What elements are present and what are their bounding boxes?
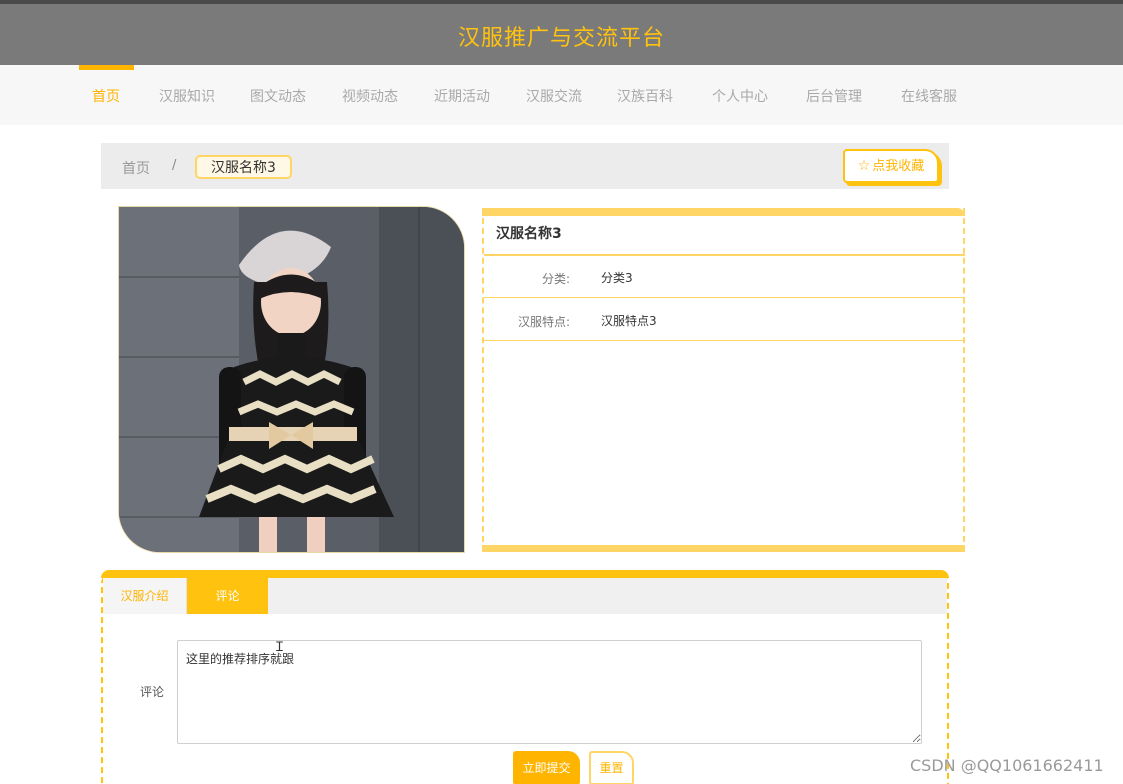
submit-button[interactable]: 立即提交	[513, 751, 580, 784]
main-nav: 首页 汉服知识 图文动态 视频动态 近期活动 汉服交流 汉族百科 个人中心 后台…	[0, 65, 1123, 125]
star-outline-icon: ☆	[857, 158, 871, 174]
comment-textarea[interactable]: 这里的推荐排序就跟	[177, 640, 922, 744]
nav-item-recent-events[interactable]: 近期活动	[434, 65, 490, 125]
nav-item-han-encyclopedia[interactable]: 汉族百科	[617, 65, 673, 125]
info-row-category: 分类: 分类3	[484, 256, 965, 298]
tabs-panel-top-border	[101, 570, 949, 578]
nav-item-admin[interactable]: 后台管理	[806, 65, 862, 125]
watermark: CSDN @QQ1061662411	[910, 756, 1104, 775]
nav-item-hanfu-knowledge[interactable]: 汉服知识	[159, 65, 215, 125]
nav-item-video-news[interactable]: 视频动态	[342, 65, 398, 125]
nav-item-personal-center[interactable]: 个人中心	[712, 65, 768, 125]
nav-item-online-service[interactable]: 在线客服	[901, 65, 957, 125]
tab-comment[interactable]: 评论	[187, 578, 268, 614]
detail-tabs-panel: 汉服介绍 评论 评论 这里的推荐排序就跟 立即提交 重置	[101, 570, 949, 784]
features-label: 汉服特点:	[517, 315, 570, 329]
tabs-bar: 汉服介绍 评论	[103, 578, 947, 614]
product-name: 汉服名称3	[484, 216, 965, 256]
breadcrumb-home[interactable]: 首页	[122, 158, 150, 178]
nav-item-home[interactable]: 首页	[79, 65, 134, 125]
features-value: 汉服特点3	[601, 314, 657, 328]
nav-item-hanfu-exchange[interactable]: 汉服交流	[526, 65, 582, 125]
comment-label: 评论	[140, 685, 165, 699]
category-value: 分类3	[601, 271, 633, 285]
favorite-button-label: 点我收藏	[872, 159, 925, 174]
header-bar: 汉服推广与交流平台	[0, 0, 1123, 65]
category-label: 分类:	[541, 272, 570, 286]
breadcrumb: 首页 / 汉服名称3 ☆ 点我收藏	[101, 143, 949, 189]
tab-hanfu-intro[interactable]: 汉服介绍	[103, 578, 187, 614]
info-panel-top-border	[482, 208, 965, 216]
reset-button[interactable]: 重置	[589, 751, 634, 784]
product-image	[118, 206, 465, 553]
info-panel-bottom-border	[482, 545, 965, 552]
product-photo	[119, 207, 464, 552]
breadcrumb-separator: /	[172, 158, 177, 173]
product-info-panel: 汉服名称3 分类: 分类3 汉服特点: 汉服特点3	[482, 208, 965, 552]
favorite-button[interactable]: ☆ 点我收藏	[843, 149, 939, 183]
breadcrumb-current: 汉服名称3	[195, 155, 292, 179]
site-title: 汉服推广与交流平台	[457, 26, 665, 51]
info-row-features: 汉服特点: 汉服特点3	[484, 299, 965, 341]
text-cursor-icon: Ｉ	[273, 640, 287, 655]
nav-item-photo-news[interactable]: 图文动态	[250, 65, 306, 125]
